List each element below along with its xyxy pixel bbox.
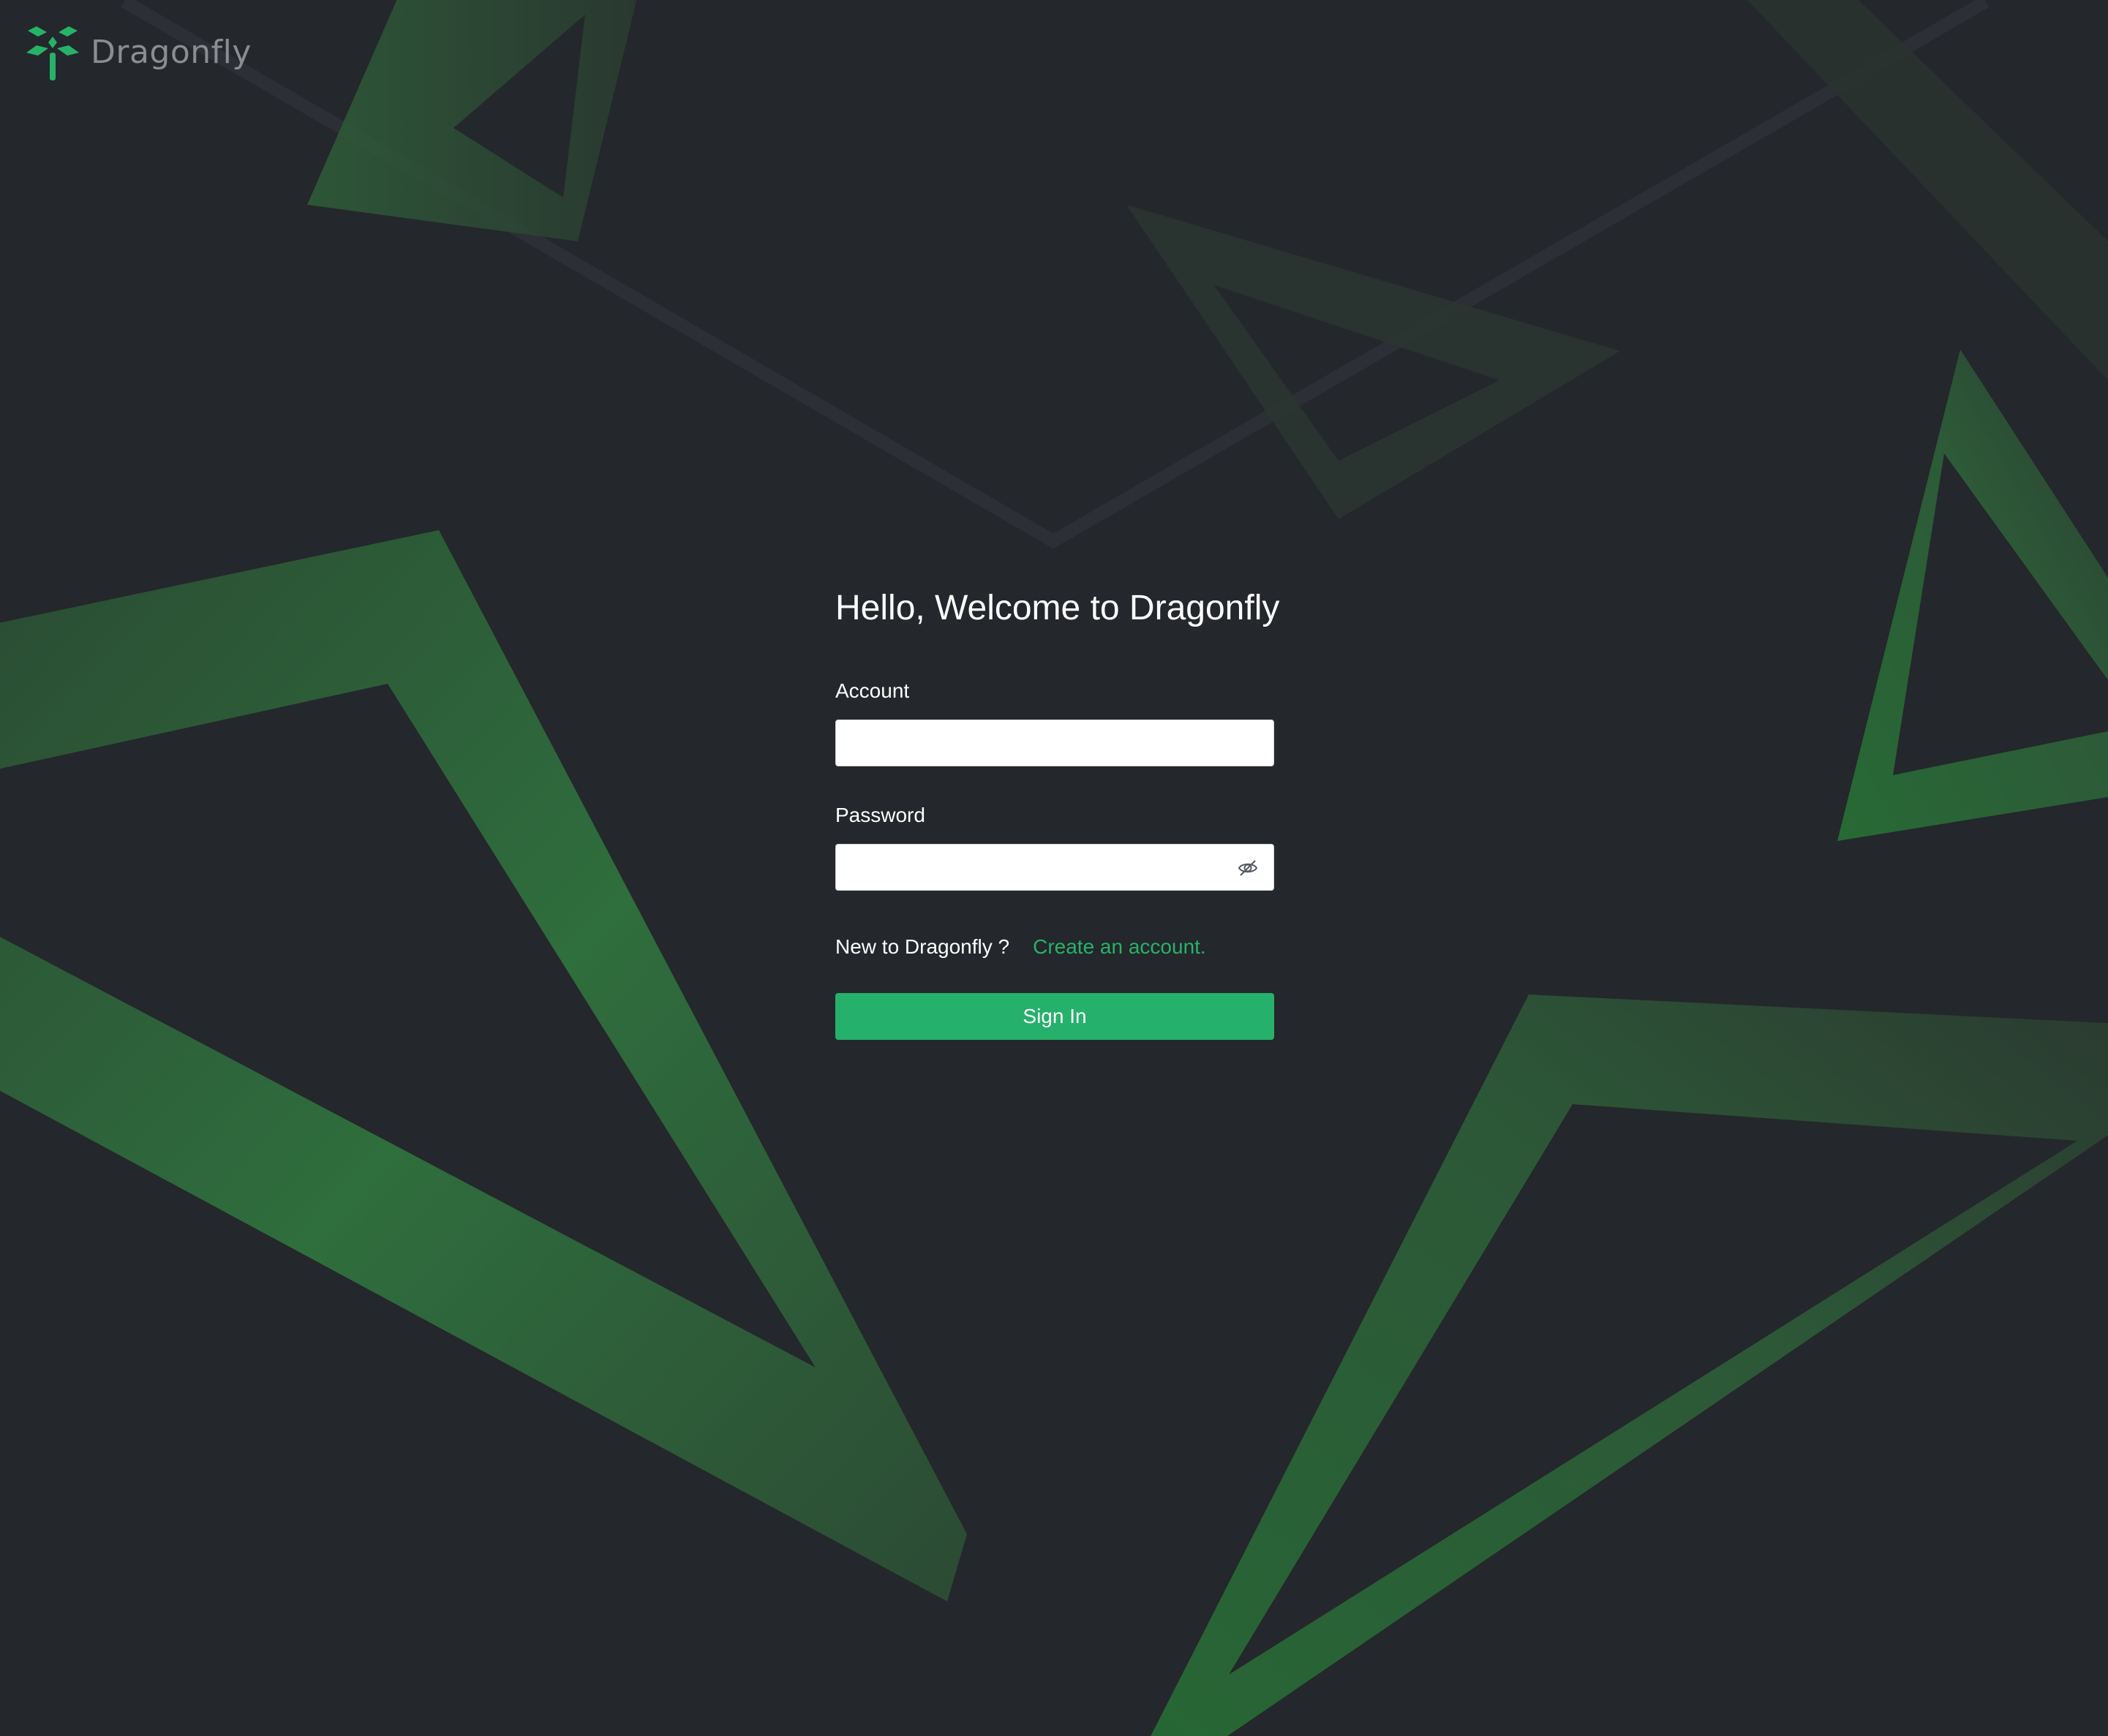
password-field-wrapper xyxy=(835,844,1274,891)
sign-in-button[interactable]: Sign In xyxy=(835,993,1274,1040)
password-label: Password xyxy=(835,804,925,826)
account-input[interactable] xyxy=(836,720,1273,766)
login-page: Dragonfly Hello, Welcome to Dragonfly Ac… xyxy=(0,0,2108,1736)
brand-logo[interactable]: Dragonfly xyxy=(25,23,252,82)
eye-slash-icon[interactable] xyxy=(1237,857,1259,879)
dragonfly-logo-icon xyxy=(26,26,79,80)
brand-name: Dragonfly xyxy=(91,34,252,71)
login-form: Hello, Welcome to Dragonfly Account Pass… xyxy=(835,582,1280,1040)
signup-row: New to Dragonfly ? Create an account. xyxy=(835,935,1274,959)
page-title: Hello, Welcome to Dragonfly xyxy=(835,589,1280,627)
account-label: Account xyxy=(835,679,910,702)
signup-prompt: New to Dragonfly ? xyxy=(835,935,1010,958)
password-input[interactable] xyxy=(836,845,1273,890)
create-account-link[interactable]: Create an account. xyxy=(1033,935,1206,959)
account-field-wrapper xyxy=(835,720,1274,766)
